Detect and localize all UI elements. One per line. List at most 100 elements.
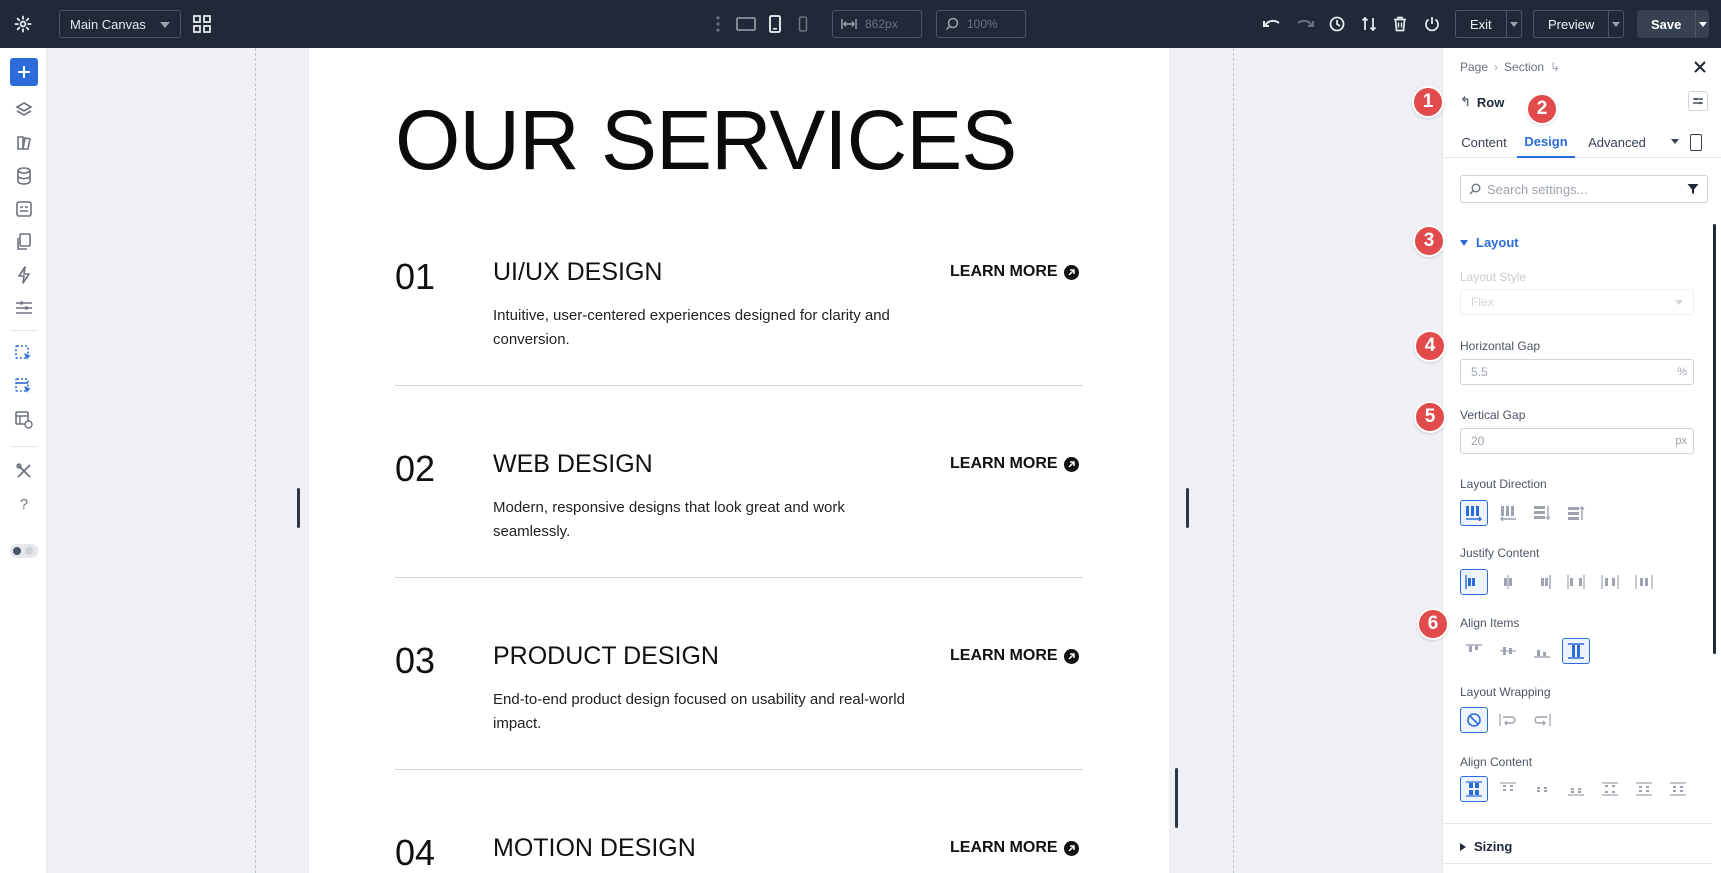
direction-row-icon[interactable] bbox=[1460, 500, 1488, 526]
responsive-phone-icon[interactable] bbox=[1690, 134, 1702, 151]
align-content-stretch-icon[interactable] bbox=[1460, 776, 1488, 802]
align-content-center-icon[interactable] bbox=[1528, 776, 1556, 802]
grid-view-icon[interactable] bbox=[190, 12, 214, 36]
layout-section-toggle[interactable]: Layout bbox=[1460, 235, 1519, 250]
align-content-space-around-icon[interactable] bbox=[1630, 776, 1658, 802]
learn-more-label: LEARN MORE bbox=[950, 455, 1058, 472]
table-view-icon[interactable] bbox=[12, 408, 36, 432]
align-stretch-icon[interactable] bbox=[1562, 638, 1590, 664]
breadcrumb-page[interactable]: Page bbox=[1460, 60, 1488, 74]
canvas-scrollbar[interactable] bbox=[1175, 768, 1178, 828]
direction-row-reverse-icon[interactable] bbox=[1494, 500, 1522, 526]
preview-button[interactable]: Preview bbox=[1533, 10, 1624, 38]
horizontal-gap-unit[interactable]: % bbox=[1677, 366, 1687, 378]
sidebar-divider bbox=[10, 330, 38, 331]
more-vertical-icon[interactable] bbox=[712, 14, 724, 34]
desktop-view-icon[interactable] bbox=[735, 14, 757, 34]
search-input[interactable] bbox=[1487, 181, 1677, 197]
canvas-select[interactable]: Main Canvas bbox=[59, 10, 181, 38]
wrap-reverse-icon[interactable] bbox=[1528, 707, 1556, 733]
sort-arrows-icon[interactable] bbox=[1357, 12, 1381, 36]
wrap-icon[interactable] bbox=[1494, 707, 1522, 733]
layers-icon[interactable] bbox=[12, 98, 36, 122]
preview-options-chevron-icon[interactable] bbox=[1608, 11, 1623, 37]
undo-icon[interactable] bbox=[1260, 12, 1284, 36]
vertical-gap-unit[interactable]: px bbox=[1675, 435, 1687, 447]
tablet-view-icon[interactable] bbox=[764, 14, 786, 34]
tab-content[interactable]: Content bbox=[1460, 126, 1508, 158]
learn-more-link[interactable]: LEARN MORE bbox=[950, 455, 1079, 473]
settings-gear-icon[interactable] bbox=[10, 12, 36, 36]
zoom-field[interactable]: 100% bbox=[936, 10, 1026, 38]
width-arrows-icon bbox=[841, 19, 857, 29]
design-library-icon[interactable] bbox=[12, 131, 36, 155]
no-wrap-icon[interactable] bbox=[1460, 707, 1488, 733]
step-badge: 1 bbox=[1412, 86, 1444, 118]
save-options-chevron-icon[interactable] bbox=[1695, 10, 1709, 38]
tabs-more-chevron-icon[interactable] bbox=[1671, 139, 1679, 144]
phone-view-icon[interactable] bbox=[792, 14, 814, 34]
panel-scrollbar[interactable] bbox=[1713, 224, 1716, 654]
align-content-space-between-icon[interactable] bbox=[1596, 776, 1624, 802]
direction-column-icon[interactable] bbox=[1528, 500, 1556, 526]
justify-space-around-icon[interactable] bbox=[1596, 569, 1624, 595]
tools-wrench-icon[interactable] bbox=[12, 459, 36, 483]
vertical-gap-input[interactable]: 20 px bbox=[1460, 428, 1694, 454]
settings-sliders-icon[interactable] bbox=[12, 296, 36, 320]
step-badge: 3 bbox=[1413, 225, 1445, 257]
align-content-space-evenly-icon[interactable] bbox=[1664, 776, 1692, 802]
canvas-width-field[interactable]: 862px bbox=[832, 10, 922, 38]
help-question-icon[interactable]: ? bbox=[12, 492, 36, 516]
trash-icon[interactable] bbox=[1388, 12, 1412, 36]
tab-advanced[interactable]: Advanced bbox=[1586, 126, 1648, 158]
direction-column-reverse-icon[interactable] bbox=[1562, 500, 1590, 526]
justify-start-icon[interactable] bbox=[1460, 569, 1488, 595]
top-toolbar: Main Canvas 862px 100% Exit Preview Save bbox=[0, 0, 1721, 48]
align-end-icon[interactable] bbox=[1528, 638, 1556, 664]
tab-design[interactable]: Design bbox=[1517, 126, 1575, 158]
align-content-end-icon[interactable] bbox=[1562, 776, 1590, 802]
resize-handle-right[interactable] bbox=[1186, 488, 1189, 528]
multi-select-icon[interactable] bbox=[12, 375, 36, 399]
filter-icon[interactable] bbox=[1687, 183, 1699, 195]
justify-space-between-icon[interactable] bbox=[1562, 569, 1590, 595]
horizontal-gap-input[interactable]: 5.5 % bbox=[1460, 359, 1694, 385]
database-icon[interactable] bbox=[12, 164, 36, 188]
pages-copy-icon[interactable] bbox=[12, 230, 36, 254]
align-content-start-icon[interactable] bbox=[1494, 776, 1522, 802]
add-module-button[interactable] bbox=[10, 58, 38, 86]
learn-more-link[interactable]: LEARN MORE bbox=[950, 839, 1079, 857]
arrow-up-right-icon bbox=[1063, 648, 1079, 664]
breadcrumb-section[interactable]: Section bbox=[1504, 60, 1544, 74]
sizing-section-toggle[interactable]: Sizing bbox=[1460, 839, 1512, 854]
element-options-icon[interactable] bbox=[1688, 91, 1708, 111]
resize-handle-left[interactable] bbox=[297, 488, 300, 528]
templates-icon[interactable] bbox=[12, 197, 36, 221]
click-select-icon[interactable] bbox=[12, 342, 36, 366]
layout-style-select[interactable]: Flex bbox=[1460, 289, 1694, 315]
redo-icon[interactable] bbox=[1293, 12, 1317, 36]
settings-search bbox=[1460, 175, 1708, 203]
justify-end-icon[interactable] bbox=[1528, 569, 1556, 595]
align-center-icon[interactable] bbox=[1494, 638, 1522, 664]
element-label: Row bbox=[1476, 94, 1505, 110]
section-guide-right bbox=[1233, 48, 1234, 873]
learn-more-link[interactable]: LEARN MORE bbox=[950, 263, 1079, 281]
align-start-icon[interactable] bbox=[1460, 638, 1488, 664]
arrow-up-right-icon bbox=[1063, 840, 1079, 856]
justify-space-evenly-icon[interactable] bbox=[1630, 569, 1658, 595]
theme-toggle[interactable] bbox=[10, 544, 38, 558]
power-icon[interactable] bbox=[1420, 12, 1444, 36]
history-clock-icon[interactable] bbox=[1325, 12, 1349, 36]
back-arrow-icon[interactable]: ↰ bbox=[1460, 94, 1471, 110]
close-icon[interactable] bbox=[1693, 60, 1709, 76]
left-sidebar: ? bbox=[0, 48, 47, 873]
learn-more-link[interactable]: LEARN MORE bbox=[950, 647, 1079, 665]
justify-center-icon[interactable] bbox=[1494, 569, 1522, 595]
save-button[interactable]: Save bbox=[1637, 10, 1709, 38]
exit-button[interactable]: Exit bbox=[1455, 10, 1522, 38]
service-number: 03 bbox=[395, 640, 436, 681]
lightning-bolt-icon[interactable] bbox=[12, 263, 36, 287]
align-content-label: Align Content bbox=[1460, 755, 1533, 769]
exit-options-chevron-icon[interactable] bbox=[1505, 11, 1521, 37]
